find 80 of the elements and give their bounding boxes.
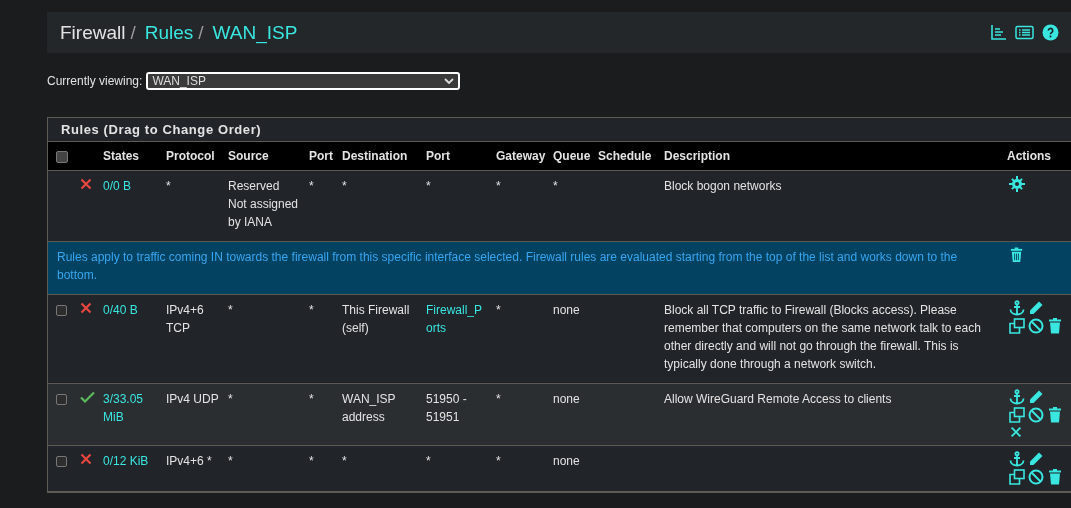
column-header: Schedule [594, 142, 660, 171]
copy-icon[interactable] [1009, 469, 1025, 485]
table-cell: * [305, 294, 338, 384]
trash-icon[interactable] [1009, 247, 1024, 263]
anchor-icon[interactable] [1009, 389, 1025, 405]
table-cell: * [224, 445, 305, 492]
table-cell: none [549, 445, 594, 492]
column-header: Port [305, 142, 338, 171]
table-cell: * [305, 170, 338, 242]
breadcrumb-link[interactable]: Rules [144, 21, 194, 44]
row-checkbox[interactable] [56, 456, 67, 468]
column-header: Actions [1003, 142, 1071, 171]
table-cell: * [305, 445, 338, 492]
column-header: Queue [549, 142, 594, 171]
states-link[interactable]: 0/40 B [103, 301, 158, 319]
table-cell-text: 51950 - 51951 [426, 391, 468, 426]
table-cell: IPv4+6 TCP [162, 294, 224, 384]
column-header: Protocol [162, 142, 224, 171]
table-cell: * [549, 170, 594, 242]
bar-chart-icon[interactable] [990, 24, 1007, 41]
table-cell: none [549, 383, 594, 446]
table-cell-text: * [426, 453, 432, 470]
table-cell: * [305, 383, 338, 446]
interface-select[interactable]: WAN_ISP [146, 72, 461, 90]
column-header: Destination [338, 142, 422, 171]
table-cell: * [492, 294, 549, 384]
list-icon[interactable] [1015, 24, 1034, 41]
info-text: Rules apply to traffic coming IN towards the firewall from this specific interface selected. Firewall rules are evaluated starting from the top of the list and works down to the bottom. [48, 241, 1003, 295]
select-all-checkbox[interactable] [56, 150, 68, 163]
copy-icon[interactable] [1009, 407, 1025, 423]
caret-icon [444, 77, 455, 85]
viewing-label: Currently viewing: [47, 74, 143, 88]
trash-icon[interactable] [1047, 318, 1063, 334]
column-header: Gateway [492, 142, 549, 171]
table-cell-text: * [426, 178, 432, 195]
column-header: States [99, 142, 162, 171]
table-cell: none [549, 294, 594, 384]
table-cell: IPv4 UDP [162, 383, 224, 446]
edit-icon[interactable] [1028, 389, 1044, 405]
table-cell: * [492, 170, 549, 242]
table-cell: * [224, 383, 305, 446]
table-cell: * [338, 170, 422, 242]
table-cell: * [224, 294, 305, 384]
table-cell: Reserved Not assigned by IANA [224, 170, 305, 242]
alias-link[interactable]: Firewall_Ports [426, 301, 488, 337]
column-header: Source [224, 142, 305, 171]
states-link[interactable]: 0/12 KiB [103, 452, 158, 470]
states-link[interactable]: 3/33.05 MiB [103, 390, 158, 426]
description-text: Block bogon networks [664, 179, 782, 193]
description-text: Allow WireGuard Remote Access to clients [664, 392, 892, 406]
table-cell: * [492, 445, 549, 492]
breadcrumb-text: Firewall [60, 21, 126, 44]
anchor-icon[interactable] [1009, 300, 1025, 316]
column-header: Port [422, 142, 492, 171]
help-icon[interactable] [1042, 24, 1059, 41]
copy-icon[interactable] [1009, 318, 1025, 334]
disable-icon[interactable] [1028, 318, 1044, 334]
disable-icon[interactable] [1028, 469, 1044, 485]
settings-icon[interactable] [1009, 176, 1025, 192]
disable-icon[interactable] [1028, 407, 1044, 423]
table-cell: WAN_ISP address [338, 383, 422, 446]
edit-icon[interactable] [1028, 451, 1044, 467]
row-checkbox[interactable] [56, 305, 67, 317]
trash-icon[interactable] [1047, 407, 1063, 423]
column-header: Description [660, 142, 1003, 171]
row-checkbox[interactable] [56, 394, 67, 406]
description-text: Block all TCP traffic to Firewall (Blocks access). Please remember that computers on the same network talk to each other directly and will not go through the firewall. This is typically done through a network switch. [664, 303, 981, 371]
table-cell: This Firewall (self) [338, 294, 422, 384]
table-cell: * [338, 445, 422, 492]
close-icon[interactable] [1009, 425, 1023, 439]
trash-icon[interactable] [1047, 469, 1063, 485]
table-cell: IPv4+6 * [162, 445, 224, 492]
breadcrumb-link[interactable]: WAN_ISP [212, 21, 298, 44]
anchor-icon[interactable] [1009, 451, 1025, 467]
table-cell: * [162, 170, 224, 242]
edit-icon[interactable] [1028, 300, 1044, 316]
breadcrumb-separator: / [130, 21, 136, 44]
breadcrumb-separator: / [198, 21, 204, 44]
states-link[interactable]: 0/0 B [103, 177, 158, 195]
table-cell: * [492, 383, 549, 446]
